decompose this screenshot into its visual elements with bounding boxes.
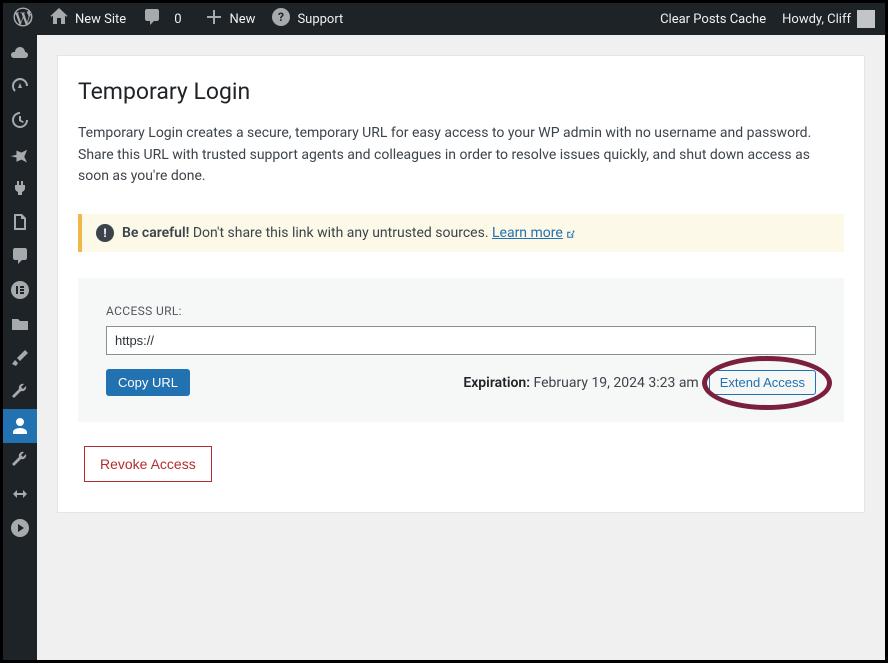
settings-icon bbox=[10, 450, 30, 470]
comments-link[interactable]: 0 bbox=[142, 7, 187, 31]
account-link[interactable]: Howdy, Cliff bbox=[782, 10, 875, 28]
revoke-access-button[interactable]: Revoke Access bbox=[84, 446, 212, 482]
play-icon bbox=[10, 518, 30, 538]
warning-notice: ! Be careful! Don't share this link with… bbox=[78, 214, 844, 252]
pin-icon bbox=[10, 144, 30, 164]
tools-icon bbox=[10, 382, 30, 402]
expiration-value: February 19, 2024 3:23 am bbox=[530, 375, 699, 391]
brush-icon bbox=[10, 348, 30, 368]
site-name-link[interactable]: New Site bbox=[49, 7, 126, 31]
expiration-block: Expiration: February 19, 2024 3:23 am Ex… bbox=[463, 370, 816, 395]
admin-bar-right: Clear Posts Cache Howdy, Cliff bbox=[660, 10, 875, 28]
warning-strong: Be careful! bbox=[122, 225, 189, 241]
support-link[interactable]: ? Support bbox=[271, 7, 343, 31]
sidebar-item-migrate[interactable] bbox=[3, 477, 37, 511]
user-icon bbox=[10, 416, 30, 436]
extend-access-button[interactable]: Extend Access bbox=[709, 370, 816, 395]
plus-icon bbox=[204, 7, 224, 31]
help-icon: ? bbox=[271, 7, 291, 31]
sidebar-item-pages[interactable] bbox=[3, 205, 37, 239]
cloud-icon bbox=[10, 42, 30, 62]
wp-logo[interactable] bbox=[13, 7, 33, 31]
sidebar-item-tools[interactable] bbox=[3, 375, 37, 409]
migrate-icon bbox=[10, 484, 30, 504]
new-content-link[interactable]: New bbox=[204, 7, 256, 31]
sidebar-item-comments[interactable] bbox=[3, 239, 37, 273]
sidebar-item-cloud[interactable] bbox=[3, 35, 37, 69]
access-url-label: ACCESS URL: bbox=[106, 304, 816, 318]
plugin-icon bbox=[10, 178, 30, 198]
sidebar-item-brush[interactable] bbox=[3, 341, 37, 375]
admin-bar-left: New Site 0 New ? Support bbox=[13, 7, 343, 31]
url-actions-row: Copy URL Expiration: February 19, 2024 3… bbox=[106, 369, 816, 396]
warning-text: Be careful! Don't share this link with a… bbox=[122, 225, 576, 241]
access-url-card: ACCESS URL: Copy URL Expiration: Februar… bbox=[78, 278, 844, 422]
sidebar-item-backup[interactable] bbox=[3, 103, 37, 137]
sidebar-item-pin[interactable] bbox=[3, 137, 37, 171]
sidebar-item-play[interactable] bbox=[3, 511, 37, 545]
content-area: Temporary Login Temporary Login creates … bbox=[37, 35, 885, 660]
howdy-text: Howdy, Cliff bbox=[782, 12, 851, 27]
page-title: Temporary Login bbox=[78, 78, 844, 105]
comment-icon bbox=[142, 7, 162, 31]
support-label: Support bbox=[297, 12, 343, 27]
home-icon bbox=[49, 7, 69, 31]
backup-icon bbox=[10, 110, 30, 130]
sidebar-item-user[interactable] bbox=[3, 409, 37, 443]
pages-icon bbox=[10, 212, 30, 232]
copy-url-button[interactable]: Copy URL bbox=[106, 369, 190, 396]
site-name-text: New Site bbox=[75, 12, 126, 27]
sidebar-item-plugin[interactable] bbox=[3, 171, 37, 205]
expiration-label: Expiration: bbox=[463, 375, 530, 391]
folder-icon bbox=[10, 314, 30, 334]
warning-body: Don't share this link with any untrusted… bbox=[189, 225, 492, 241]
sidebar-item-folder[interactable] bbox=[3, 307, 37, 341]
comments-count: 0 bbox=[168, 12, 187, 27]
comments-icon bbox=[10, 246, 30, 266]
admin-sidebar bbox=[3, 35, 37, 660]
learn-more-link[interactable]: Learn more bbox=[492, 225, 576, 241]
avatar bbox=[857, 10, 875, 28]
sidebar-item-settings[interactable] bbox=[3, 443, 37, 477]
external-link-icon bbox=[565, 228, 576, 239]
sidebar-item-elementor[interactable] bbox=[3, 273, 37, 307]
learn-more-text: Learn more bbox=[492, 225, 563, 241]
elementor-icon bbox=[10, 280, 30, 300]
dashboard-icon bbox=[10, 76, 30, 96]
clear-cache-text: Clear Posts Cache bbox=[660, 12, 766, 27]
clear-cache-link[interactable]: Clear Posts Cache bbox=[660, 12, 766, 27]
new-label: New bbox=[230, 12, 256, 27]
svg-text:?: ? bbox=[278, 10, 284, 24]
access-url-input[interactable] bbox=[106, 326, 816, 355]
page-description: Temporary Login creates a secure, tempor… bbox=[78, 123, 844, 188]
wordpress-icon bbox=[13, 7, 33, 31]
sidebar-item-dashboard[interactable] bbox=[3, 69, 37, 103]
main-panel: Temporary Login Temporary Login creates … bbox=[57, 55, 865, 513]
admin-bar: New Site 0 New ? Support Clear Posts Cach… bbox=[3, 3, 885, 35]
expiration-text: Expiration: February 19, 2024 3:23 am bbox=[463, 375, 698, 391]
warning-icon: ! bbox=[96, 224, 114, 242]
